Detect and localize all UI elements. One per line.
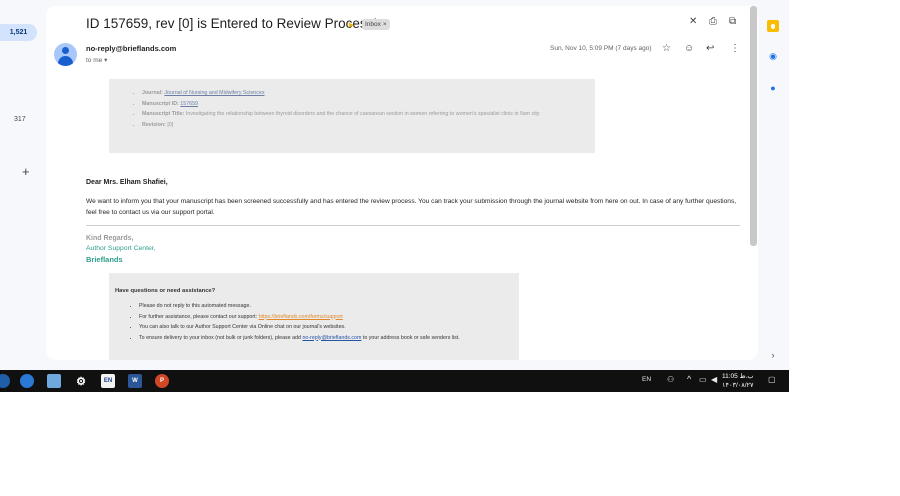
email-pane: ID 157659, rev [0] is Entered to Review … <box>46 6 758 360</box>
settings-gear-icon[interactable]: ⚙ <box>74 374 88 388</box>
recipient-dropdown[interactable]: to me ▾ <box>86 56 107 64</box>
more-options-icon[interactable]: ⋮ <box>730 43 740 54</box>
side-apps-panel: ◉ ● › <box>759 0 789 370</box>
info-id: Manuscript ID: 157659 <box>142 99 595 110</box>
edge-icon[interactable] <box>0 374 10 388</box>
divider <box>86 225 740 226</box>
notification-icon[interactable]: ▢ <box>768 375 776 384</box>
add-label-icon[interactable]: + <box>22 165 30 178</box>
help-box: Have questions or need assistance? Pleas… <box>109 273 519 360</box>
star-icon[interactable]: ☆ <box>662 43 671 54</box>
brand-name: Brieflands <box>86 255 123 264</box>
left-rail: 1,521 317 + <box>0 0 45 370</box>
email-subject: ID 157659, rev [0] is Entered to Review … <box>86 16 378 31</box>
email-body: We want to inform you that your manuscri… <box>86 198 737 216</box>
word-icon[interactable]: W <box>128 374 142 388</box>
info-title: Manuscript Title: Investigating the rela… <box>142 109 595 120</box>
network-icon[interactable]: ▭ <box>699 375 707 384</box>
clock-date: ۱۴۰۳/۰۸/۲۷ <box>722 382 754 389</box>
input-language[interactable]: EN <box>642 376 651 383</box>
clock-time: 11:05 ب.ظ <box>722 373 754 380</box>
info-journal: Journal: Journal of Nursing and Midwifer… <box>142 88 595 99</box>
print-icon[interactable]: ⎙ <box>709 16 717 27</box>
people-icon[interactable]: ⚇ <box>667 375 674 384</box>
folder-count[interactable]: 317 <box>14 116 26 123</box>
keep-icon[interactable] <box>767 20 779 32</box>
emoji-react-icon[interactable]: ☺ <box>684 43 694 54</box>
chrome-icon[interactable] <box>20 374 34 388</box>
help-item: To ensure delivery to your inbox (not bu… <box>139 333 460 344</box>
inbox-count-badge[interactable]: 1,521 <box>0 24 37 41</box>
recipient-text: to me <box>86 57 103 64</box>
greeting: Dear Mrs. Elham Shafiei, <box>86 179 168 186</box>
sender-avatar[interactable] <box>54 43 77 66</box>
manuscript-info-box: Journal: Journal of Nursing and Midwifer… <box>109 79 595 153</box>
taskbar: ⚙ EN W P EN ⚇ ^ ▭ ◀ 11:05 ب.ظ ۱۴۰۳/۰۸/۲۷… <box>0 370 789 392</box>
expand-panel-icon[interactable]: › <box>767 349 779 361</box>
contacts-icon[interactable]: ● <box>767 82 779 94</box>
tasks-icon[interactable]: ◉ <box>767 50 779 62</box>
email-date: Sun, Nov 10, 5:09 PM (7 days ago) <box>550 45 652 52</box>
reply-icon[interactable]: ↩ <box>706 43 714 54</box>
important-marker-icon[interactable]: ➤ <box>347 20 355 31</box>
sender-email[interactable]: no-reply@brieflands.com <box>86 44 176 53</box>
chevron-up-icon[interactable]: ^ <box>687 374 691 384</box>
collapse-icon[interactable]: ✕ <box>689 16 697 27</box>
regards: Kind Regards, <box>86 235 134 242</box>
clock[interactable]: 11:05 ب.ظ ۱۴۰۳/۰۸/۲۷ <box>722 372 754 390</box>
app-icon[interactable] <box>47 374 61 388</box>
open-new-window-icon[interactable]: ⧉ <box>729 16 736 27</box>
help-item: For further assistance, please contact o… <box>139 312 460 323</box>
help-item: Please do not reply to this automated me… <box>139 301 460 312</box>
inbox-label[interactable]: Inbox × <box>362 19 390 30</box>
support-center: Author Support Center, <box>86 245 156 252</box>
language-app-icon[interactable]: EN <box>101 374 115 388</box>
gmail-window: 1,521 317 + ID 157659, rev [0] is Entere… <box>0 0 789 370</box>
chevron-down-icon: ▾ <box>104 57 108 64</box>
inbox-label-text: Inbox <box>365 21 381 28</box>
manuscript-id-link[interactable]: 157659 <box>180 101 198 107</box>
remove-label-icon[interactable]: × <box>383 21 387 28</box>
support-link[interactable]: https://brieflands.com/forms/support <box>259 314 343 320</box>
scrollbar[interactable] <box>750 6 757 246</box>
powerpoint-icon[interactable]: P <box>155 374 169 388</box>
help-title: Have questions or need assistance? <box>115 288 216 294</box>
volume-icon[interactable]: ◀ <box>711 375 717 384</box>
info-revision: Revision: [0] <box>142 120 595 131</box>
noreply-link[interactable]: no-reply@brieflands.com <box>302 335 361 341</box>
help-item: You can also talk to our Author Support … <box>139 322 460 333</box>
journal-link[interactable]: Journal of Nursing and Midwifery Science… <box>164 90 264 96</box>
